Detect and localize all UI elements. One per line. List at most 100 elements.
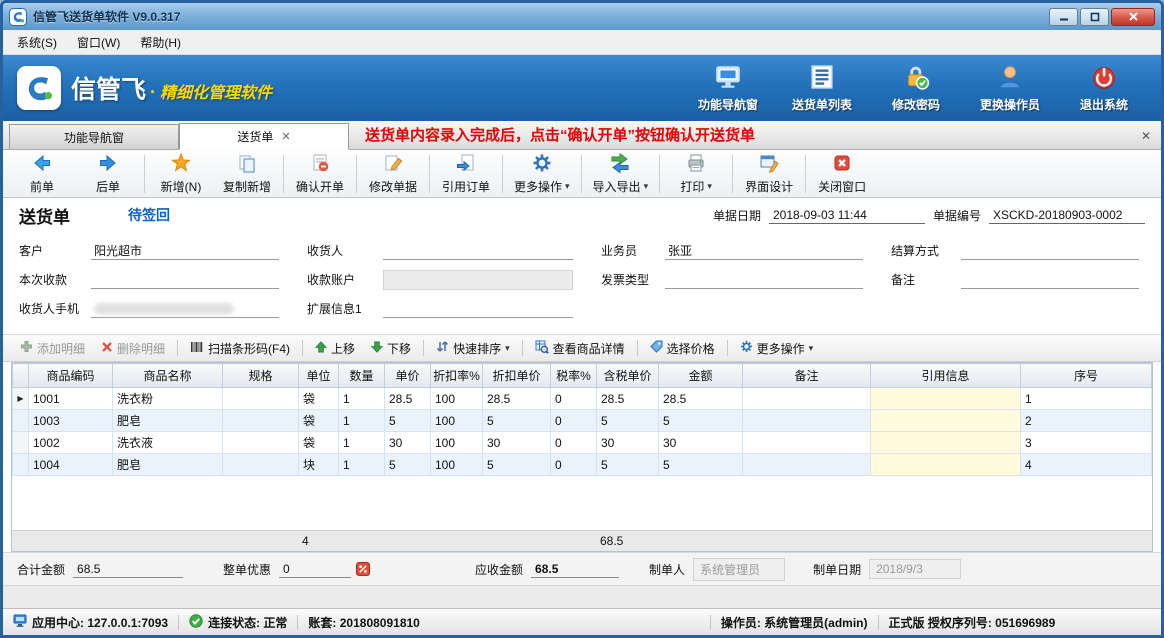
- cell-ref[interactable]: [871, 432, 1021, 454]
- cell-tax_rate[interactable]: 0: [551, 388, 597, 410]
- cell-qty[interactable]: 1: [339, 388, 385, 410]
- sign-back-status-link[interactable]: 待签回: [128, 205, 170, 225]
- customer-field[interactable]: 阳光超市: [91, 241, 279, 260]
- cell-qty[interactable]: 1: [339, 410, 385, 432]
- cell-unit[interactable]: 块: [299, 454, 339, 476]
- cell-tax_price[interactable]: 5: [597, 410, 659, 432]
- col-header-amount[interactable]: 金额: [659, 364, 743, 388]
- cell-seq[interactable]: 3: [1021, 432, 1152, 454]
- cell-price[interactable]: 5: [385, 410, 431, 432]
- cell-remark[interactable]: [743, 388, 871, 410]
- exit-system-button[interactable]: 退出系统: [1061, 60, 1147, 116]
- cell-code[interactable]: 1003: [29, 410, 113, 432]
- doc-date-value[interactable]: 2018-09-03 11:44: [769, 207, 925, 224]
- col-header-seq[interactable]: 序号: [1021, 364, 1152, 388]
- switch-operator-button[interactable]: 更换操作员: [967, 60, 1053, 116]
- cell-discount_rate[interactable]: 100: [431, 432, 483, 454]
- import-export-button[interactable]: 导入导出▾: [585, 151, 657, 197]
- cell-spec[interactable]: [223, 388, 299, 410]
- change-password-button[interactable]: 修改密码: [873, 60, 959, 116]
- delivery-list-button[interactable]: 送货单列表: [779, 60, 865, 116]
- settlement-field[interactable]: [961, 241, 1139, 260]
- cell-unit[interactable]: 袋: [299, 432, 339, 454]
- delete-detail-button[interactable]: 删除明细: [94, 338, 172, 359]
- tab-delivery-order[interactable]: 送货单 ✕: [179, 123, 349, 150]
- tab-nav-window[interactable]: 功能导航窗: [9, 124, 179, 149]
- scan-barcode-button[interactable]: 扫描条形码(F4): [183, 338, 297, 359]
- cell-tax_rate[interactable]: 0: [551, 454, 597, 476]
- cell-tax_price[interactable]: 28.5: [597, 388, 659, 410]
- total-amount-field[interactable]: 68.5: [73, 561, 183, 578]
- cell-tax_price[interactable]: 5: [597, 454, 659, 476]
- cell-amount[interactable]: 28.5: [659, 388, 743, 410]
- table-row[interactable]: ▶1001洗衣粉袋128.510028.5028.528.51: [13, 388, 1152, 410]
- tab-close-icon[interactable]: ✕: [281, 130, 290, 143]
- col-header-tax-price[interactable]: 含税单价: [597, 364, 659, 388]
- view-product-detail-button[interactable]: 查看商品详情: [528, 338, 632, 359]
- cell-qty[interactable]: 1: [339, 454, 385, 476]
- prev-doc-button[interactable]: 前单: [9, 151, 75, 197]
- cell-seq[interactable]: 2: [1021, 410, 1152, 432]
- close-window-button[interactable]: 关闭窗口: [809, 151, 875, 197]
- col-header-price[interactable]: 单价: [385, 364, 431, 388]
- next-doc-button[interactable]: 后单: [75, 151, 141, 197]
- nav-window-button[interactable]: 功能导航窗: [685, 60, 771, 116]
- cell-amount[interactable]: 30: [659, 432, 743, 454]
- detail-more-actions-button[interactable]: 更多操作 ▾: [733, 338, 821, 359]
- col-header-discount-price[interactable]: 折扣单价: [483, 364, 551, 388]
- cell-discount_rate[interactable]: 100: [431, 388, 483, 410]
- col-header-spec[interactable]: 规格: [223, 364, 299, 388]
- cell-remark[interactable]: [743, 454, 871, 476]
- col-header-tax-rate[interactable]: 税率%: [551, 364, 597, 388]
- col-header-ref-info[interactable]: 引用信息: [871, 364, 1021, 388]
- tabs-close-all-icon[interactable]: ✕: [1137, 129, 1155, 143]
- col-header-unit[interactable]: 单位: [299, 364, 339, 388]
- cell-price[interactable]: 5: [385, 454, 431, 476]
- cell-spec[interactable]: [223, 410, 299, 432]
- cell-amount[interactable]: 5: [659, 410, 743, 432]
- col-header-code[interactable]: 商品编码: [29, 364, 113, 388]
- ui-design-button[interactable]: 界面设计: [736, 151, 802, 197]
- cell-code[interactable]: 1001: [29, 388, 113, 410]
- maximize-button[interactable]: [1080, 8, 1109, 26]
- cell-price[interactable]: 30: [385, 432, 431, 454]
- col-header-discount-rate[interactable]: 折扣率%: [431, 364, 483, 388]
- cell-code[interactable]: 1004: [29, 454, 113, 476]
- receivable-field[interactable]: 68.5: [531, 561, 619, 578]
- cell-name[interactable]: 洗衣液: [113, 432, 223, 454]
- cell-code[interactable]: 1002: [29, 432, 113, 454]
- cell-remark[interactable]: [743, 432, 871, 454]
- cell-qty[interactable]: 1: [339, 432, 385, 454]
- consignee-field[interactable]: [383, 241, 573, 260]
- cell-price[interactable]: 28.5: [385, 388, 431, 410]
- cell-name[interactable]: 肥皂: [113, 454, 223, 476]
- menu-window[interactable]: 窗口(W): [67, 31, 130, 54]
- minimize-button[interactable]: [1049, 8, 1078, 26]
- cell-seq[interactable]: 1: [1021, 388, 1152, 410]
- copy-new-button[interactable]: 复制新增: [214, 151, 280, 197]
- cell-discount_price[interactable]: 28.5: [483, 388, 551, 410]
- close-button[interactable]: [1111, 8, 1155, 26]
- phone-field[interactable]: [91, 299, 279, 318]
- col-header-name[interactable]: 商品名称: [113, 364, 223, 388]
- table-row[interactable]: 1004肥皂块1510050554: [13, 454, 1152, 476]
- table-row[interactable]: 1002洗衣液袋13010030030303: [13, 432, 1152, 454]
- print-button[interactable]: 打印▾: [663, 151, 729, 197]
- cell-ref[interactable]: [871, 410, 1021, 432]
- remark-field[interactable]: [961, 270, 1139, 289]
- salesman-field[interactable]: 张亚: [665, 241, 863, 260]
- cell-amount[interactable]: 5: [659, 454, 743, 476]
- cell-tax_rate[interactable]: 0: [551, 432, 597, 454]
- col-header-remark[interactable]: 备注: [743, 364, 871, 388]
- cell-discount_rate[interactable]: 100: [431, 410, 483, 432]
- cell-discount_price[interactable]: 5: [483, 410, 551, 432]
- table-row[interactable]: 1003肥皂袋1510050552: [13, 410, 1152, 432]
- order-discount-field[interactable]: 0: [279, 561, 351, 578]
- add-detail-button[interactable]: 添加明细: [13, 338, 92, 359]
- select-price-button[interactable]: 选择价格: [643, 338, 722, 359]
- confirm-issue-button[interactable]: 确认开单: [287, 151, 353, 197]
- doc-number-value[interactable]: XSCKD-20180903-0002: [989, 207, 1145, 224]
- move-down-button[interactable]: 下移: [364, 338, 418, 359]
- discount-icon[interactable]: [356, 562, 370, 576]
- more-actions-button[interactable]: 更多操作▾: [506, 151, 578, 197]
